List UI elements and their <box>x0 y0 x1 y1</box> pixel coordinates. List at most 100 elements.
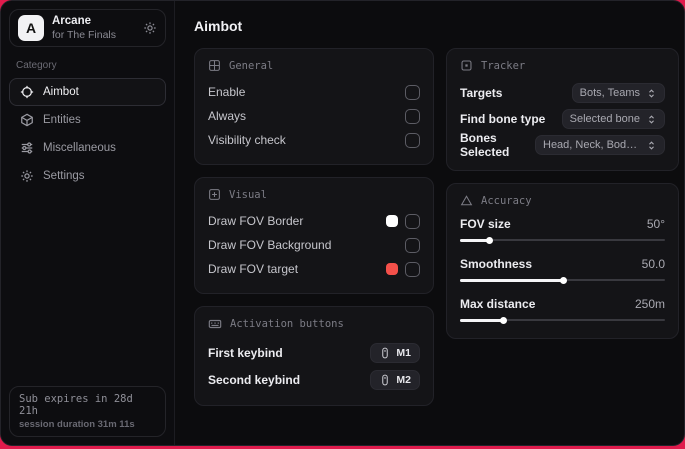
setting-row-enable: Enable <box>208 80 420 104</box>
delta-icon <box>460 194 473 207</box>
mouse-icon <box>379 374 391 386</box>
sidebar: A Arcane for The Finals Category Aimbot <box>1 1 175 445</box>
setting-label: FOV size <box>460 217 511 231</box>
brand-card: A Arcane for The Finals <box>9 9 166 47</box>
second-keybind-button[interactable]: M2 <box>370 369 420 390</box>
always-checkbox[interactable] <box>405 108 420 124</box>
chevrons-up-down-icon <box>646 114 657 125</box>
setting-row-find-bone-type: Find bone type Selected bone <box>460 106 665 132</box>
sidebar-item-entities[interactable]: Entities <box>9 106 166 134</box>
brand-name: Arcane <box>52 15 91 28</box>
setting-label: Find bone type <box>460 112 546 126</box>
setting-row-fov-size: FOV size 50° <box>460 215 665 244</box>
setting-row-targets: Targets Bots, Teams <box>460 80 665 106</box>
card-title: Tracker <box>481 59 526 72</box>
brand-subtitle: for The Finals <box>52 28 116 41</box>
grid-icon <box>208 59 221 72</box>
sub-expiry-text: Sub expires in 28d 21h <box>19 393 133 417</box>
chevrons-up-down-icon <box>646 88 657 99</box>
enable-checkbox[interactable] <box>405 84 420 100</box>
setting-label: Draw FOV target <box>208 262 299 276</box>
keyboard-icon <box>208 317 222 331</box>
brand-text: Arcane for The Finals <box>52 15 116 40</box>
setting-label: Enable <box>208 85 246 99</box>
sliders-icon <box>20 141 34 155</box>
fov-size-value: 50° <box>646 217 665 231</box>
setting-label: Bones Selected <box>460 131 510 159</box>
setting-row-always: Always <box>208 104 420 128</box>
crosshair-icon <box>20 85 34 99</box>
fov-target-color-swatch[interactable] <box>386 263 398 275</box>
setting-label: Draw FOV Border <box>208 214 304 228</box>
brand-logo: A <box>18 15 44 41</box>
targets-dropdown[interactable]: Bots, Teams <box>571 83 665 103</box>
card-title: Accuracy <box>481 194 532 207</box>
general-card: General Enable Always Visibility check <box>194 48 434 165</box>
setting-label: Targets <box>460 86 503 100</box>
tracker-card: Tracker Targets Bots, Teams Find bone ty… <box>446 48 679 171</box>
fov-border-color-swatch[interactable] <box>386 215 398 227</box>
accuracy-card: Accuracy FOV size 50° Smoothness 50.0 Ma… <box>446 183 679 339</box>
slider-thumb[interactable] <box>559 276 567 284</box>
fov-target-checkbox[interactable] <box>405 261 420 277</box>
setting-label: Draw FOV Background <box>208 238 332 252</box>
setting-row-fov-border: Draw FOV Border <box>208 209 420 233</box>
page-title: Aimbot <box>194 18 243 34</box>
setting-row-visibility-check: Visibility check <box>208 128 420 152</box>
slider-fill <box>460 316 508 324</box>
keybind-value: M1 <box>396 346 411 359</box>
slider-thumb[interactable] <box>485 236 493 244</box>
setting-row-fov-target: Draw FOV target <box>208 257 420 281</box>
sidebar-item-label: Aimbot <box>43 86 79 98</box>
find-bone-type-dropdown[interactable]: Selected bone <box>561 109 665 129</box>
setting-label: Always <box>208 109 247 123</box>
category-label: Category <box>16 60 57 71</box>
sidebar-item-aimbot[interactable]: Aimbot <box>9 78 166 106</box>
app-window: A Arcane for The Finals Category Aimbot <box>0 0 685 446</box>
card-title: General <box>229 59 274 72</box>
dropdown-value: Selected bone <box>569 113 640 125</box>
plus-square-icon <box>208 188 221 201</box>
setting-label: Max distance <box>460 297 536 311</box>
setting-row-max-distance: Max distance 250m <box>460 295 665 324</box>
fov-background-checkbox[interactable] <box>405 237 420 253</box>
gear-icon[interactable] <box>143 21 157 35</box>
keybind-value: M2 <box>396 373 411 386</box>
sidebar-item-label: Entities <box>43 114 81 126</box>
slider-thumb[interactable] <box>500 316 508 324</box>
setting-row-bones-selected: Bones Selected Head, Neck, Body, Pe... <box>460 131 665 159</box>
cube-icon <box>20 113 34 127</box>
dropdown-value: Bots, Teams <box>579 87 640 99</box>
max-distance-slider[interactable] <box>460 316 665 324</box>
session-duration-text: session duration 31m 11s <box>19 419 135 430</box>
setting-row-fov-background: Draw FOV Background <box>208 233 420 257</box>
card-title: Activation buttons <box>230 318 344 330</box>
main-content: Aimbot General Enable Always Visibility … <box>175 1 684 445</box>
setting-label: Second keybind <box>208 372 301 387</box>
sidebar-item-miscellaneous[interactable]: Miscellaneous <box>9 134 166 162</box>
sidebar-item-label: Miscellaneous <box>43 142 116 154</box>
smoothness-slider[interactable] <box>460 276 665 284</box>
setting-row-smoothness: Smoothness 50.0 <box>460 255 665 284</box>
max-distance-value: 250m <box>634 297 665 311</box>
setting-label: Smoothness <box>460 257 533 271</box>
sidebar-item-settings[interactable]: Settings <box>9 162 166 190</box>
focus-icon <box>460 59 473 72</box>
visual-card: Visual Draw FOV Border Draw FOV Backgrou… <box>194 177 434 294</box>
mouse-icon <box>379 347 391 359</box>
setting-row-first-keybind: First keybind M1 <box>208 339 420 366</box>
sidebar-item-label: Settings <box>43 170 85 182</box>
card-title: Visual <box>229 188 267 201</box>
screen-backdrop: A Arcane for The Finals Category Aimbot <box>0 0 685 449</box>
setting-label: Visibility check <box>208 133 286 147</box>
gear-icon <box>20 169 34 183</box>
bones-selected-dropdown[interactable]: Head, Neck, Body, Pe... <box>535 135 665 155</box>
fov-border-checkbox[interactable] <box>405 213 420 229</box>
slider-fill <box>460 236 493 244</box>
visibility-check-checkbox[interactable] <box>405 132 420 148</box>
first-keybind-button[interactable]: M1 <box>370 342 420 363</box>
activation-buttons-card: Activation buttons First keybind M1 Seco… <box>194 306 434 406</box>
fov-size-slider[interactable] <box>460 236 665 244</box>
subscription-status-card: Sub expires in 28d 21h session duration … <box>9 386 166 437</box>
setting-label: First keybind <box>208 345 283 360</box>
